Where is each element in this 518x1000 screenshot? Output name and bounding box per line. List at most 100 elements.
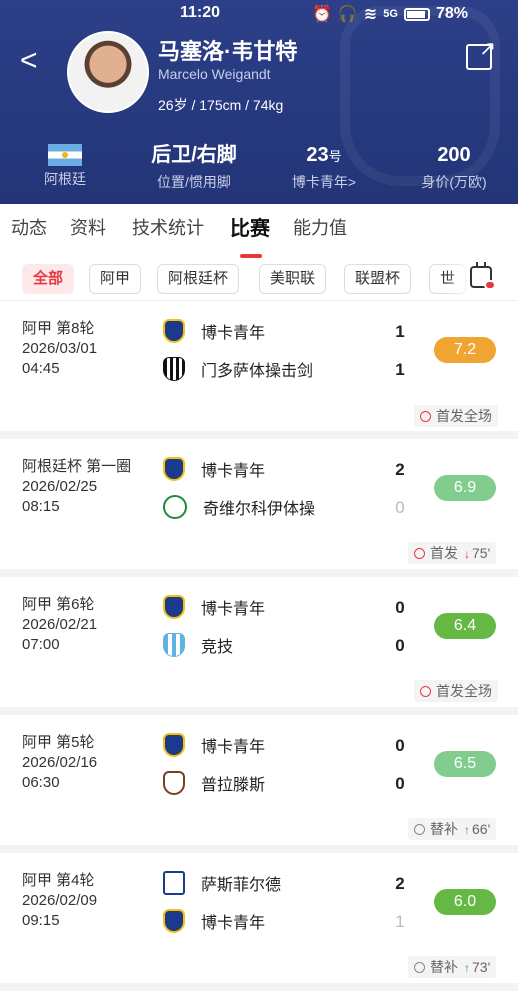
boca-crest-icon [163, 733, 185, 757]
filter-copa-argentina[interactable]: 阿根廷杯 [157, 264, 240, 294]
competition-filter-bar: 全部 阿甲 阿根廷杯 美职联 联盟杯 世 [0, 264, 518, 296]
boca-crest-icon [163, 595, 185, 619]
away-score: 0 [395, 636, 405, 655]
player-rating: 6.5 [434, 751, 496, 777]
position-value: 后卫/右脚 [151, 144, 237, 166]
clock-icon [414, 962, 425, 973]
back-arrow-icon[interactable]: < [20, 44, 38, 78]
market-value-label: 身价(万欧) [421, 174, 487, 190]
away-team-name: 博卡青年 [201, 915, 266, 932]
home-score: 0 [395, 598, 405, 617]
status-time: 11:20 [180, 4, 220, 22]
clock-icon [414, 548, 425, 559]
home-team-name: 博卡青年 [201, 325, 266, 342]
position-label: 位置/惯用脚 [157, 174, 231, 190]
market-value: 200 [437, 144, 471, 166]
filter-liga[interactable]: 阿甲 [89, 264, 142, 294]
away-team-name: 奇维尔科伊体操 [203, 501, 316, 518]
filter-all[interactable]: 全部 [22, 264, 75, 294]
match-card[interactable]: 阿甲 第5轮 2026/02/16 06:30 博卡青年 普拉滕斯 0 0 6.… [0, 715, 518, 853]
match-competition: 阿甲 第4轮 [22, 872, 95, 889]
subbed-off-arrow-icon: ↓ [464, 547, 470, 561]
home-team-name: 博卡青年 [201, 463, 266, 480]
home-score: 2 [395, 874, 405, 893]
boca-crest-icon [163, 457, 185, 481]
tab-matches[interactable]: 比赛 [230, 212, 270, 241]
appearance-tag: 首发全场 [414, 405, 498, 427]
home-team-name: 萨斯菲尔德 [201, 877, 282, 894]
shirt-number: 23号 [284, 141, 364, 169]
signal-label: 5G [383, 8, 398, 20]
home-score: 1 [395, 322, 405, 341]
player-rating: 6.0 [434, 889, 496, 915]
match-time: 09:15 [22, 912, 60, 929]
match-card[interactable]: 阿甲 第6轮 2026/02/21 07:00 博卡青年 竞技 0 0 6.4 … [0, 577, 518, 715]
match-competition: 阿甲 第8轮 [22, 320, 95, 337]
match-competition: 阿甲 第5轮 [22, 734, 95, 751]
player-rating: 7.2 [434, 337, 496, 363]
clock-icon [414, 824, 425, 835]
away-team: 门多萨体操击剑 [163, 357, 313, 381]
alarm-icon: ⏰ [312, 6, 332, 23]
match-competition: 阿根廷杯 第一圈 [22, 458, 132, 475]
substitution-minute: 75' [472, 545, 491, 561]
subbed-on-arrow-icon: ↑ [464, 823, 470, 837]
share-icon[interactable] [466, 36, 496, 70]
appearance-status: 替补 [430, 959, 458, 975]
appearance-tag: 替补 ↑ 73' [408, 956, 497, 978]
away-score: 0 [395, 774, 405, 793]
home-team: 博卡青年 [163, 319, 265, 343]
argentina-flag-icon [48, 144, 82, 166]
filter-mls[interactable]: 美职联 [259, 264, 327, 294]
away-team: 普拉滕斯 [163, 771, 265, 795]
racing-crest-icon [163, 633, 185, 657]
match-card[interactable]: 阿根廷杯 第一圈 2026/02/25 08:15 博卡青年 奇维尔科伊体操 2… [0, 439, 518, 577]
appearance-status: 首发 [430, 545, 458, 561]
club-link[interactable]: 博卡青年> [284, 172, 364, 192]
stat-number[interactable]: 23号 博卡青年> [284, 141, 364, 192]
match-meta: 阿甲 第5轮 2026/02/16 06:30 [22, 733, 97, 793]
player-rating: 6.4 [434, 613, 496, 639]
appearance-status: 首发全场 [436, 408, 492, 424]
shirt-number-unit: 号 [328, 149, 342, 164]
tab-profile[interactable]: 资料 [70, 214, 106, 240]
player-name-en: Marcelo Weigandt [158, 66, 271, 82]
player-header: 11:20 ⏰ 🎧 ≋ 5G 78% < 马塞洛·韦甘特 Marcelo Wei… [0, 0, 518, 204]
match-date: 2026/02/09 [22, 892, 98, 909]
player-rating: 6.9 [434, 475, 496, 501]
battery-level: 78% [435, 5, 468, 22]
match-date: 2026/02/21 [22, 616, 98, 633]
chivilcoy-crest-icon [163, 495, 187, 519]
match-meta: 阿甲 第6轮 2026/02/21 07:00 [22, 595, 97, 655]
clock-time: 11:20 [180, 4, 221, 21]
tab-stats[interactable]: 技术统计 [132, 214, 204, 240]
filter-leagues-cup[interactable]: 联盟杯 [344, 264, 412, 294]
status-icons: ⏰ 🎧 ≋ 5G 78% [312, 4, 468, 24]
clock-icon [420, 411, 431, 422]
home-team: 博卡青年 [163, 595, 265, 619]
nationality-label: 阿根廷 [44, 171, 86, 187]
home-team: 博卡青年 [163, 733, 265, 757]
calendar-icon[interactable] [470, 262, 496, 290]
substitution-minute: 73' [472, 959, 491, 975]
stat-market-value: 200 身价(万欧) [412, 141, 496, 192]
calendar-badge-icon [484, 280, 496, 290]
appearance-tag: 替补 ↑ 66' [408, 818, 497, 840]
away-team-name: 竞技 [201, 639, 234, 656]
match-card[interactable]: 阿甲 第4轮 2026/02/09 09:15 萨斯菲尔德 博卡青年 2 1 6… [0, 853, 518, 991]
clock-icon [420, 686, 431, 697]
match-time: 07:00 [22, 636, 60, 653]
headphones-icon: 🎧 [337, 6, 358, 23]
match-time: 06:30 [22, 774, 60, 791]
away-team-name: 普拉滕斯 [201, 777, 266, 794]
home-team-name: 博卡青年 [201, 601, 266, 618]
match-card[interactable]: 阿甲 第8轮 2026/03/01 04:45 博卡青年 门多萨体操击剑 1 1… [0, 301, 518, 439]
substitution-minute: 66' [472, 821, 491, 837]
home-team: 萨斯菲尔德 [163, 871, 281, 895]
tab-news[interactable]: 动态 [11, 214, 47, 240]
appearance-tag: 首发 ↓ 75' [408, 542, 497, 564]
away-team: 博卡青年 [163, 909, 265, 933]
match-meta: 阿甲 第4轮 2026/02/09 09:15 [22, 871, 97, 931]
away-score: 1 [395, 912, 405, 931]
tab-ability[interactable]: 能力值 [293, 214, 347, 240]
